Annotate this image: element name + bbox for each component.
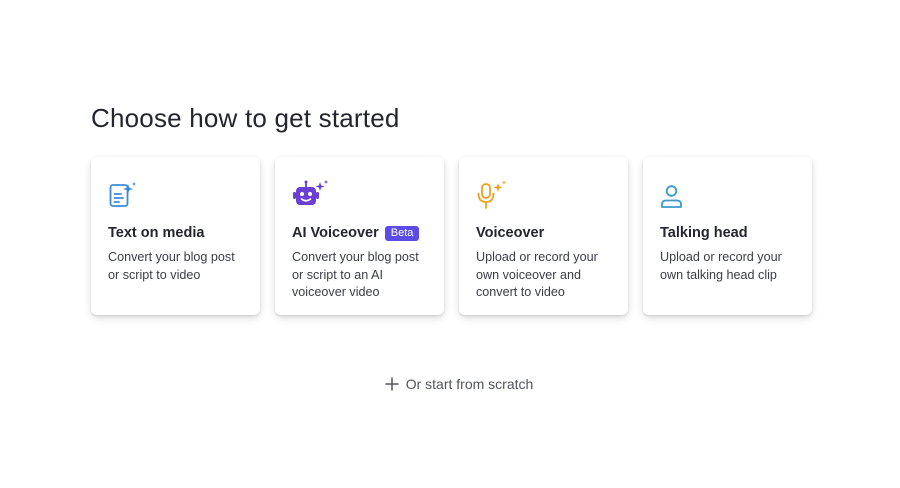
robot-sparkle-icon (292, 179, 328, 213)
card-title-row: Text on media (108, 223, 246, 243)
card-description: Convert your blog post or script to an A… (292, 250, 419, 299)
card-title-row: Voiceover (476, 223, 614, 243)
document-sparkle-icon (108, 179, 142, 213)
ai-voiceover-card[interactable]: AI Voiceover Beta Convert your blog post… (275, 157, 444, 315)
option-cards: Text on media Convert your blog post or … (91, 157, 812, 315)
get-started-page: Choose how to get started Text on media … (0, 0, 900, 488)
text-on-media-card[interactable]: Text on media Convert your blog post or … (91, 157, 260, 315)
plus-icon (384, 377, 399, 391)
card-description: Upload or record your own talking head c… (660, 250, 782, 282)
card-title-row: Talking head (660, 223, 798, 243)
card-description: Upload or record your own voiceover and … (476, 250, 598, 299)
card-title: AI Voiceover (292, 225, 379, 241)
card-title: Voiceover (476, 225, 545, 241)
beta-badge: Beta (384, 225, 420, 241)
card-title: Talking head (660, 225, 748, 241)
page-title: Choose how to get started (91, 103, 400, 133)
card-title: Text on media (108, 225, 205, 241)
start-from-scratch-label: Or start from scratch (405, 376, 534, 392)
talking-head-card[interactable]: Talking head Upload or record your own t… (643, 157, 812, 315)
card-description: Convert your blog post or script to vide… (108, 250, 235, 282)
start-from-scratch-button[interactable]: Or start from scratch (0, 376, 900, 392)
voiceover-card[interactable]: Voiceover Upload or record your own voic… (459, 157, 628, 315)
start-from-scratch-content: Or start from scratch (384, 376, 534, 392)
microphone-sparkle-icon (476, 179, 510, 213)
person-icon (660, 179, 694, 213)
card-title-row: AI Voiceover Beta (292, 223, 430, 243)
